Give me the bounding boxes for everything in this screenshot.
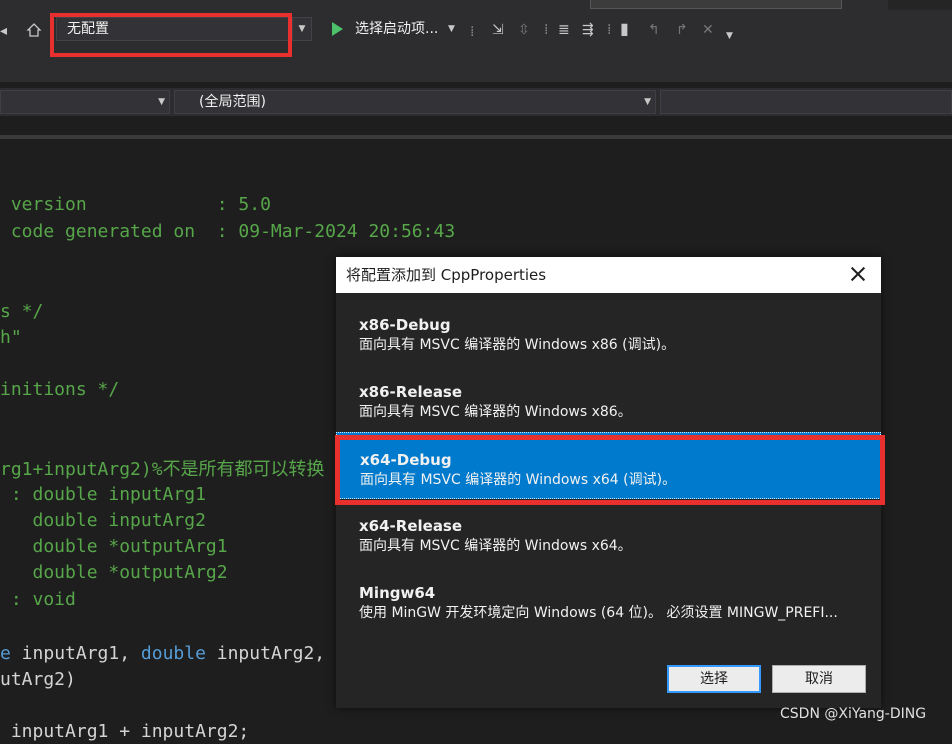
list-item[interactable]: x64-Debug 面向具有 MSVC 编译器的 Windows x64 (调试)…	[336, 432, 881, 499]
code-token: double *outputArg2	[0, 562, 228, 583]
grip-icon: ⁞	[470, 24, 475, 40]
code-line: utArg2)	[0, 668, 76, 692]
code-token: inputArg1 + inputArg2;	[0, 721, 250, 742]
prev-bookmark-icon[interactable]: ↰	[648, 22, 660, 38]
code-line: initions */	[0, 378, 119, 402]
config-description: 使用 MinGW 开发环境定向 Windows (64 位)。 必须设置 MIN…	[359, 605, 838, 621]
code-line: double inputArg2	[0, 509, 206, 533]
dialog-title: 将配置添加到 CppProperties	[346, 266, 547, 284]
dialog-title-bar: 将配置添加到 CppProperties	[336, 257, 881, 293]
code-line: double *outputArg2	[0, 561, 228, 585]
code-line: code generated on : 09-Mar-2024 20:56:43	[0, 220, 455, 244]
separator-icon: ⁞	[607, 22, 612, 38]
list-item[interactable]: Mingw64 使用 MinGW 开发环境定向 Windows (64 位)。 必…	[336, 566, 881, 633]
outdent-icon[interactable]: ⇶	[582, 22, 594, 38]
code-token: inputArg2,	[205, 643, 336, 664]
launch-dropdown-icon[interactable]: ▼	[448, 24, 455, 34]
code-token: e	[0, 643, 11, 664]
code-line: double *outputArg1	[0, 535, 228, 559]
back-icon[interactable]: ◂	[0, 23, 7, 39]
add-configuration-dialog: 将配置添加到 CppProperties x86-Debug 面向具有 MSVC …	[336, 257, 881, 708]
editor-divider	[0, 135, 952, 139]
cancel-button[interactable]: 取消	[772, 665, 866, 693]
code-line: rg1+inputArg2)%不是所有都可以转换	[0, 458, 325, 482]
code-line: e inputArg1, double inputArg2, d	[0, 642, 347, 666]
code-line: : void	[0, 588, 76, 612]
configuration-combo[interactable]: 无配置 ▼	[56, 17, 312, 41]
chevron-down-icon[interactable]: ▼	[292, 18, 311, 40]
project-dropdown[interactable]: ▼	[0, 90, 170, 114]
separator-icon: ⁞	[544, 22, 549, 38]
code-line: inputArg1 + inputArg2;	[0, 720, 249, 744]
chevron-down-icon[interactable]: ▼	[644, 91, 651, 113]
code-token: initions */	[0, 379, 120, 400]
list-item[interactable]: x86-Release 面向具有 MSVC 编译器的 Windows x86。	[336, 365, 881, 432]
toolbar-overflow-icon[interactable]: ▼	[726, 28, 733, 44]
bookmark-icon[interactable]: ▮	[620, 21, 629, 37]
config-name: Mingw64	[359, 584, 436, 602]
code-token: inputArg1,	[10, 643, 141, 664]
config-name: x64-Release	[359, 517, 463, 535]
config-description: 面向具有 MSVC 编译器的 Windows x86。	[359, 404, 632, 420]
navigation-bar: ▼ (全局范围) ▼	[0, 88, 952, 116]
code-token: s */	[0, 301, 44, 322]
watermark: CSDN @XiYang-DING	[780, 706, 927, 722]
close-icon[interactable]	[849, 265, 867, 283]
code-token: double	[140, 643, 206, 664]
home-icon[interactable]	[26, 22, 42, 42]
code-token: code generated on : 09-Mar-2024 20:56:43	[0, 221, 456, 242]
configuration-combo-value: 无配置	[67, 21, 109, 37]
config-name: x86-Debug	[359, 316, 451, 334]
next-bookmark-icon[interactable]: ↱	[676, 22, 688, 38]
list-item[interactable]: x64-Release 面向具有 MSVC 编译器的 Windows x64。	[336, 499, 881, 566]
step-over-icon[interactable]: ⇳	[518, 22, 530, 38]
code-line: h"	[0, 326, 22, 350]
search-box-edge[interactable]	[590, 0, 842, 9]
code-line: version : 5.0	[0, 193, 271, 217]
clear-bookmarks-icon[interactable]: ✕	[702, 22, 714, 38]
title-strip	[0, 0, 952, 10]
chevron-down-icon[interactable]: ▼	[158, 91, 165, 113]
scope-dropdown[interactable]: (全局范围) ▼	[174, 90, 656, 114]
code-line: : double inputArg1	[0, 483, 206, 507]
code-line: s */	[0, 300, 43, 324]
config-description: 面向具有 MSVC 编译器的 Windows x64。	[359, 538, 632, 554]
launch-item-label[interactable]: 选择启动项...	[355, 20, 438, 38]
scope-value: (全局范围)	[199, 94, 266, 110]
code-token: rg1+inputArg2)%不是所有都可以转换	[0, 459, 325, 480]
code-token: : void	[0, 589, 76, 610]
config-name: x64-Debug	[360, 451, 452, 469]
configuration-list: x86-Debug 面向具有 MSVC 编译器的 Windows x86 (调试)…	[336, 293, 881, 631]
list-item[interactable]: x86-Debug 面向具有 MSVC 编译器的 Windows x86 (调试)…	[336, 298, 881, 365]
config-name: x86-Release	[359, 383, 463, 401]
toolbar: ◂ 无配置 ▼ 选择启动项... ▼ ⁞ ⇲ ⇳ ⁞ ≣ ⇶ ⁞ ▮ ↰ ↱ ✕…	[0, 10, 952, 82]
indent-icon[interactable]: ≣	[558, 22, 570, 38]
step-into-icon[interactable]: ⇲	[492, 22, 504, 38]
config-description: 面向具有 MSVC 编译器的 Windows x86 (调试)。	[359, 337, 676, 353]
select-button[interactable]: 选择	[667, 665, 761, 693]
start-debug-icon[interactable]	[332, 22, 343, 36]
window-controls-edge	[888, 0, 952, 10]
code-token: utArg2)	[0, 669, 76, 690]
code-token: h"	[0, 327, 22, 348]
code-token: double *outputArg1	[0, 536, 228, 557]
code-token: version : 5.0	[0, 194, 271, 215]
member-dropdown[interactable]	[660, 90, 952, 114]
config-description: 面向具有 MSVC 编译器的 Windows x64 (调试)。	[360, 472, 677, 488]
code-token: double inputArg2	[0, 510, 206, 531]
code-token: : double inputArg1	[0, 484, 206, 505]
